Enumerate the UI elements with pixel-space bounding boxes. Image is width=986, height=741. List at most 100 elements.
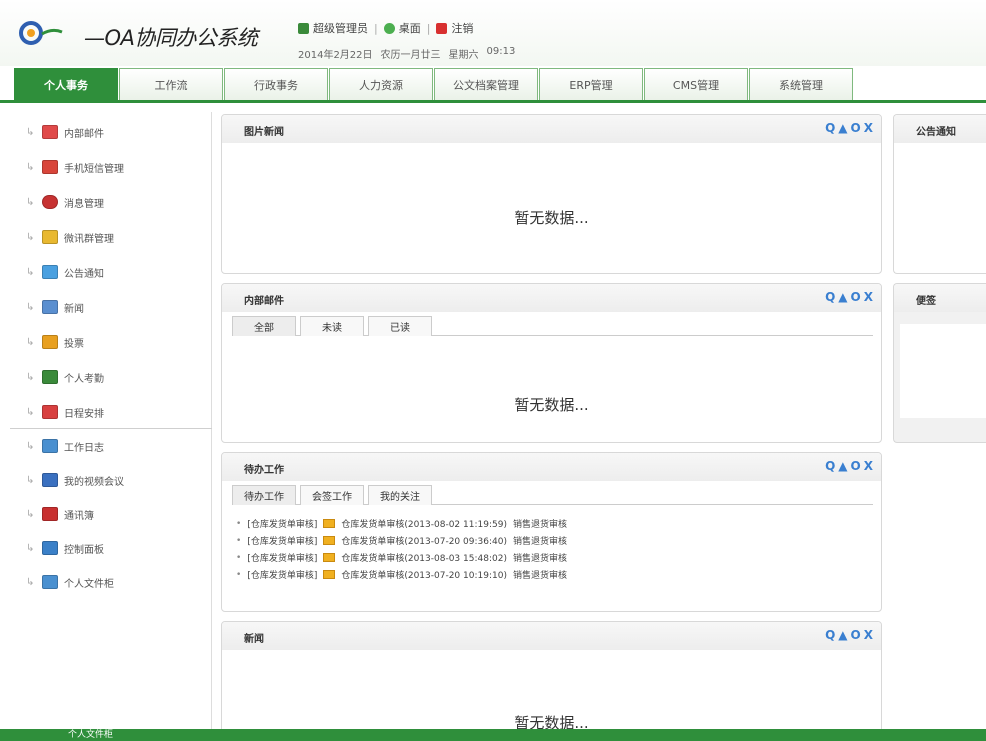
sidebar-item-notice[interactable]: ↳ 公告通知: [26, 260, 104, 284]
branch-icon: ↳: [26, 371, 35, 383]
panel-header: 公告通知: [894, 115, 986, 143]
close-icon[interactable]: X: [864, 290, 873, 304]
refresh-icon[interactable]: O: [851, 121, 861, 135]
branch-icon: ↳: [26, 196, 35, 208]
sidebar-item-news[interactable]: ↳ 新闻: [26, 295, 84, 319]
tab-todo[interactable]: 待办工作: [232, 485, 296, 505]
panel-title: 图片新闻: [244, 127, 284, 138]
todo-text[interactable]: 仓库发货单审核(2013-07-20 09:36:40): [341, 534, 507, 547]
sidebar-item-messages[interactable]: ↳ 消息管理: [26, 190, 104, 214]
separator: |: [374, 21, 378, 35]
sidebar-item-contacts[interactable]: ↳ 通讯簿: [26, 502, 94, 526]
panel-tools: Q ▲ O X: [825, 628, 873, 642]
sidebar-item-internal-mail[interactable]: ↳ 内部邮件: [26, 120, 104, 144]
todo-tag: [仓库发货单审核]: [247, 554, 318, 564]
news-icon: [42, 300, 58, 314]
sidebar-item-file-cabinet[interactable]: ↳ 个人文件柜: [26, 570, 114, 594]
branch-icon: ↳: [26, 231, 35, 243]
list-item[interactable]: • [仓库发货单审核] 仓库发货单审核(2013-08-02 11:19:59) 销售…: [236, 515, 873, 532]
sidebar-item-vote[interactable]: ↳ 投票: [26, 330, 84, 354]
collapse-icon[interactable]: ▲: [838, 290, 847, 304]
sidebar-item-calendar[interactable]: ↳ 日程安排: [26, 400, 104, 424]
logo-icon: [19, 21, 63, 45]
list-item[interactable]: • [仓库发货单审核] 仓库发货单审核(2013-08-03 15:48:02) 销售…: [236, 549, 873, 566]
bullet: •: [236, 552, 242, 563]
collapse-icon[interactable]: ▲: [838, 628, 847, 642]
refresh-icon[interactable]: O: [851, 290, 861, 304]
todo-text[interactable]: 仓库发货单审核(2013-08-03 15:48:02): [341, 551, 507, 564]
mobile-icon: [42, 160, 58, 174]
sidebar-item-attendance[interactable]: ↳ 个人考勤: [26, 365, 104, 389]
branch-icon: ↳: [26, 301, 35, 313]
tab-following[interactable]: 我的关注: [368, 485, 432, 505]
close-icon[interactable]: X: [864, 121, 873, 135]
branch-icon: ↳: [26, 440, 35, 452]
nav-tab-personal[interactable]: 个人事务: [14, 68, 118, 100]
list-item[interactable]: • [仓库发货单审核] 仓库发货单审核(2013-07-20 10:19:10) 销售…: [236, 566, 873, 583]
tab-unread[interactable]: 未读: [300, 316, 364, 336]
nav-tab-hr[interactable]: 人力资源: [329, 68, 433, 100]
tab-all[interactable]: 全部: [232, 316, 296, 336]
control-panel-icon: [42, 541, 58, 555]
search-icon[interactable]: Q: [825, 459, 835, 473]
panel-photo-news: 图片新闻 Q ▲ O X 暂无数据...: [221, 114, 882, 274]
sidebar-item-label: 消息管理: [64, 198, 104, 210]
time-text: 09:13: [486, 46, 516, 57]
panel-notice: 公告通知: [893, 114, 986, 274]
attendance-icon: [42, 370, 58, 384]
search-icon[interactable]: Q: [825, 628, 835, 642]
branch-icon: ↳: [26, 576, 35, 588]
branch-icon: ↳: [26, 406, 35, 418]
todo-text[interactable]: 仓库发货单审核(2013-07-20 10:19:10): [341, 568, 507, 581]
tab-read[interactable]: 已读: [368, 316, 432, 336]
sidebar-item-label: 日程安排: [64, 408, 104, 420]
todo-step: 销售退货审核: [512, 554, 567, 564]
sidebar-item-label: 微讯群管理: [64, 233, 114, 245]
refresh-icon[interactable]: O: [851, 459, 861, 473]
logout-icon: [436, 22, 448, 34]
sidebar-divider: [10, 428, 212, 429]
todo-text[interactable]: 仓库发货单审核(2013-08-02 11:19:59): [341, 517, 507, 530]
nav-tab-system[interactable]: 系统管理: [749, 68, 853, 100]
notice-icon: [42, 265, 58, 279]
panel-header: 图片新闻 Q ▲ O X: [222, 115, 881, 143]
refresh-icon[interactable]: O: [851, 628, 861, 642]
sidebar-item-control-panel[interactable]: ↳ 控制面板: [26, 536, 104, 560]
sidebar-item-label: 个人文件柜: [64, 578, 114, 590]
sidebar-item-label: 手机短信管理: [64, 163, 124, 175]
branch-icon: ↳: [26, 336, 35, 348]
sidebar-item-video-meeting[interactable]: ↳ 我的视频会议: [26, 468, 124, 492]
search-icon[interactable]: Q: [825, 290, 835, 304]
footer-bar: 个人文件柜: [0, 729, 986, 741]
sidebar-item-group[interactable]: ↳ 微讯群管理: [26, 225, 114, 249]
video-icon: [42, 473, 58, 487]
nav-tab-cms[interactable]: CMS管理: [644, 68, 748, 100]
message-icon: [42, 195, 58, 209]
close-icon[interactable]: X: [864, 628, 873, 642]
collapse-icon[interactable]: ▲: [838, 459, 847, 473]
nav-tab-admin[interactable]: 行政事务: [224, 68, 328, 100]
panel-header: 便签: [894, 284, 986, 312]
nav-tab-erp[interactable]: ERP管理: [539, 68, 643, 100]
search-icon[interactable]: Q: [825, 121, 835, 135]
nav-tab-documents[interactable]: 公文档案管理: [434, 68, 538, 100]
tab-countersign[interactable]: 会签工作: [300, 485, 364, 505]
close-icon[interactable]: X: [864, 459, 873, 473]
envelope-icon: [323, 570, 336, 579]
memo-area[interactable]: [900, 324, 986, 418]
desktop-link[interactable]: 桌面: [399, 20, 421, 36]
collapse-icon[interactable]: ▲: [838, 121, 847, 135]
sidebar-item-sms[interactable]: ↳ 手机短信管理: [26, 155, 124, 179]
panel-title: 新闻: [244, 634, 264, 645]
empty-message: 暂无数据...: [514, 209, 589, 227]
nav-tab-workflow[interactable]: 工作流: [119, 68, 223, 100]
logout-link[interactable]: 注销: [451, 20, 473, 36]
list-item[interactable]: • [仓库发货单审核] 仓库发货单审核(2013-07-20 09:36:40) 销售…: [236, 532, 873, 549]
log-icon: [42, 439, 58, 453]
sidebar-item-work-log[interactable]: ↳ 工作日志: [26, 434, 104, 458]
panel-title: 内部邮件: [244, 296, 284, 307]
user-label[interactable]: 超级管理员: [313, 20, 368, 36]
panel-memo: 便签: [893, 283, 986, 443]
panel-header: 新闻 Q ▲ O X: [222, 622, 881, 650]
branch-icon: ↳: [26, 474, 35, 486]
